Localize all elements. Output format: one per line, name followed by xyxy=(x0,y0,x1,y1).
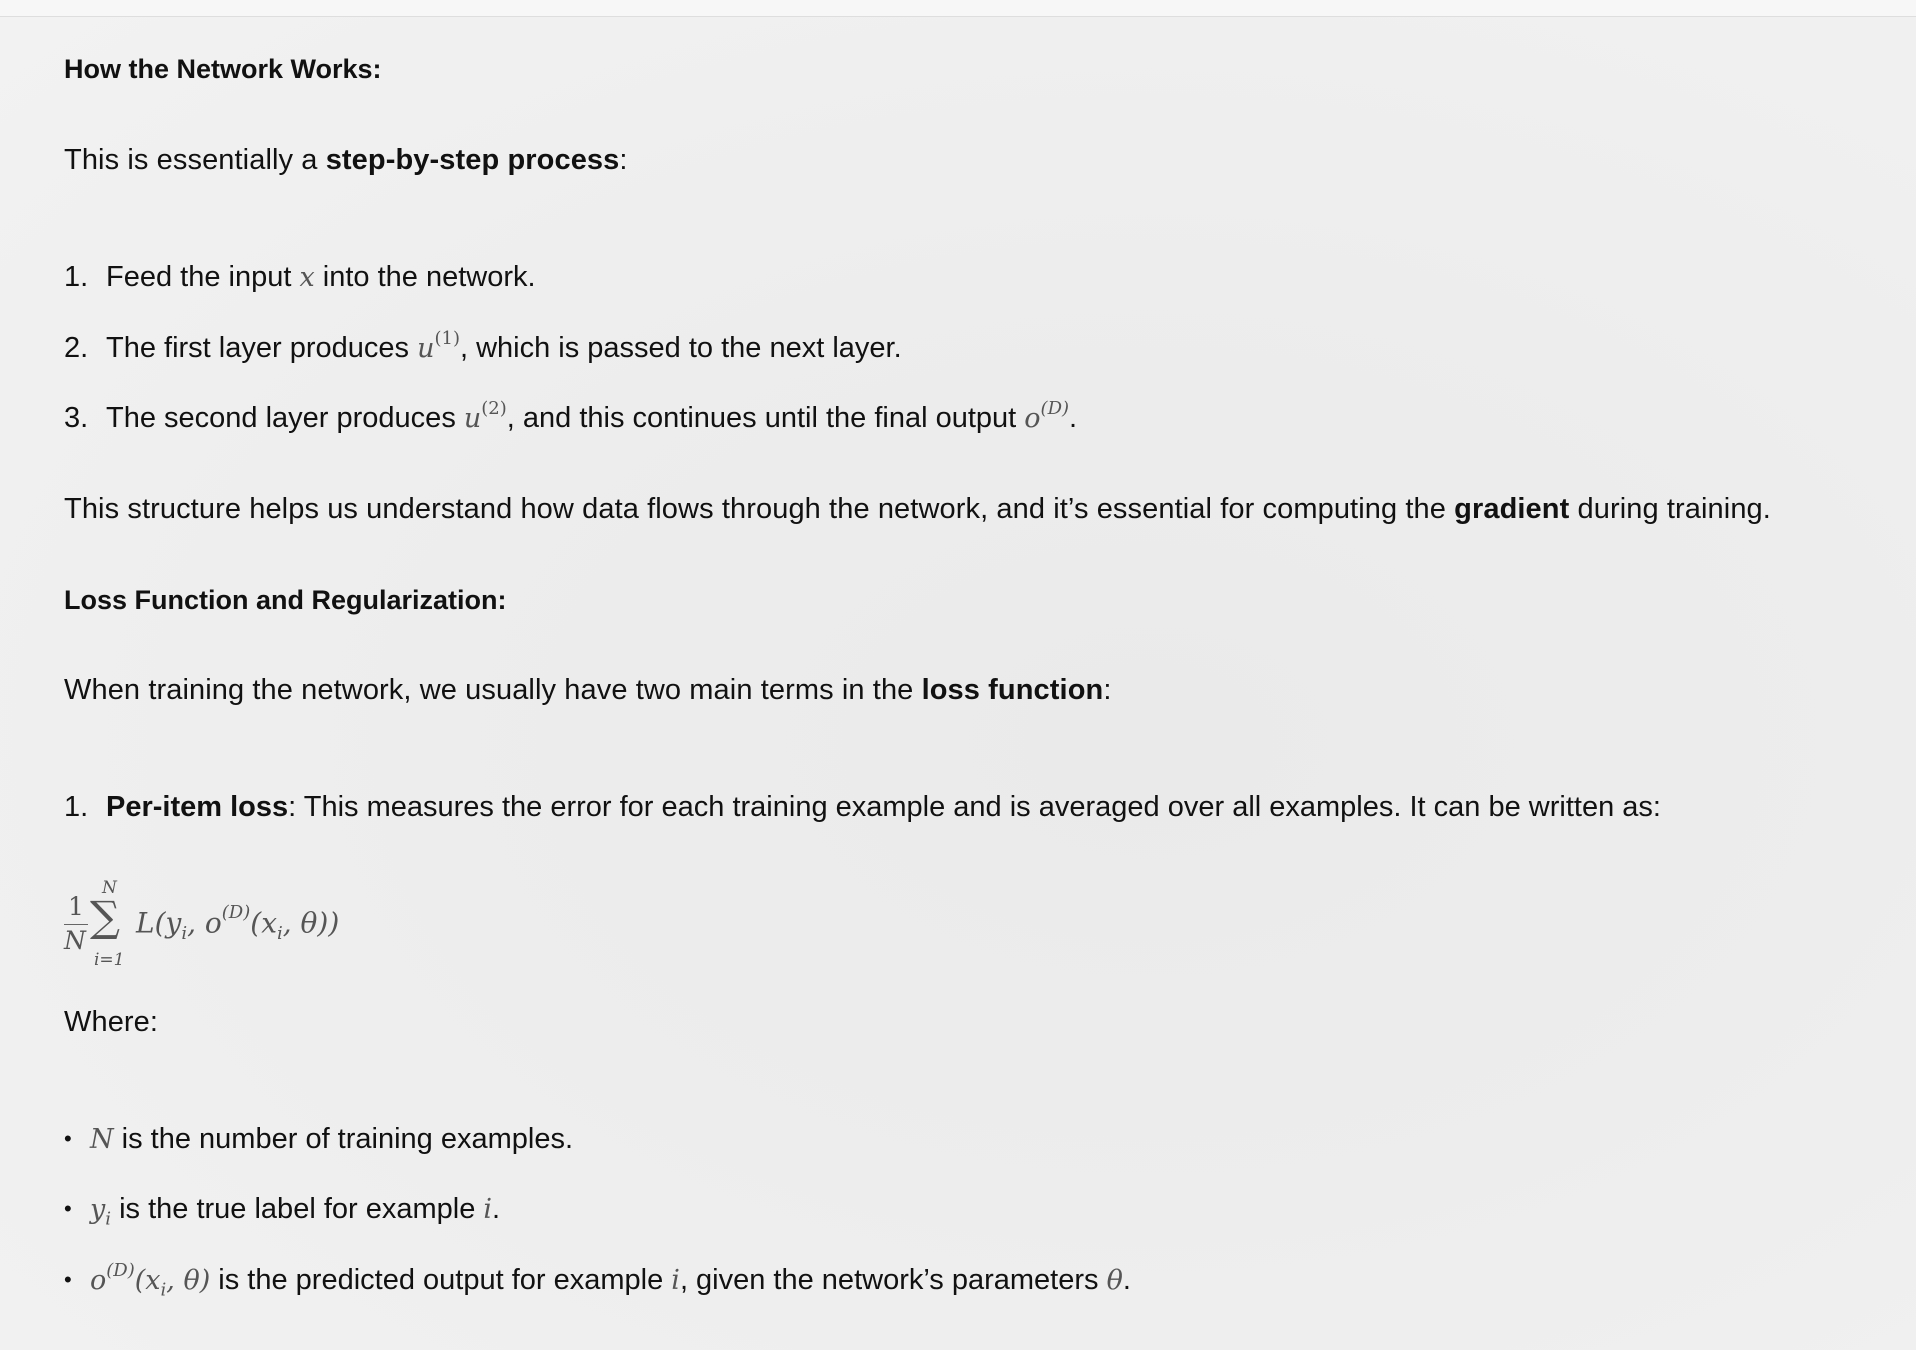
list-item: 2. The first layer produces u(1), which i… xyxy=(64,328,902,365)
list-number: 1. xyxy=(64,261,89,293)
list-text: The second layer produces xyxy=(106,402,464,434)
summary-paragraph: This structure helps us understand how d… xyxy=(64,493,1771,526)
fraction-numerator: 1 xyxy=(68,892,84,921)
list-number: 2. xyxy=(64,332,89,364)
bullet-glyph: • xyxy=(64,1267,72,1292)
loss-intro-bold-text: loss function xyxy=(921,674,1104,706)
section-heading-network: How the Network Works: xyxy=(64,54,382,84)
summary-bold-text: gradient xyxy=(1454,493,1570,525)
list-number: 3. xyxy=(64,402,89,434)
math-variable: o(D)(xi, θ) xyxy=(90,1260,211,1301)
section-heading-loss: Loss Function and Regularization: xyxy=(64,585,507,615)
list-text: , and this continues until the final out… xyxy=(506,402,1025,434)
list-text: into the network. xyxy=(314,261,536,293)
list-text: Feed the input xyxy=(106,261,300,293)
list-item: 3. The second layer produces u(2), and th… xyxy=(64,398,1078,435)
formula-body: L(yi, o(D)(xi, θ)) xyxy=(136,902,340,944)
math-variable: o(D) xyxy=(1024,398,1070,434)
bullet-glyph: • xyxy=(64,1196,72,1221)
bullet-item: • yi is the true label for example i. xyxy=(64,1193,500,1229)
intro-text: This is essentially a xyxy=(64,144,326,176)
bullet-item: • o(D)(xi, θ) is the predicted output for… xyxy=(64,1260,1131,1301)
bullet-text: is the predicted output for example xyxy=(210,1264,672,1296)
math-variable: u(1) xyxy=(417,328,460,364)
bullet-text: , given the network’s parameters xyxy=(679,1264,1107,1296)
summary-suffix: during training. xyxy=(1569,493,1771,525)
math-variable: yi xyxy=(90,1194,112,1230)
math-variable: u(2) xyxy=(463,398,507,434)
sum-lower-limit: i=1 xyxy=(94,950,125,970)
bullet-text: is the true label for example xyxy=(111,1193,484,1225)
intro-bold-text: step-by-step process xyxy=(325,144,620,176)
list-text: . xyxy=(1069,402,1078,434)
list-number: 1. xyxy=(64,791,89,823)
summary-text: This structure helps us understand how d… xyxy=(64,493,1455,525)
list-text: The first layer produces xyxy=(106,332,418,364)
list-text: : This measures the error for each train… xyxy=(288,791,1661,823)
bullet-item: • N is the number of training examples. xyxy=(64,1123,573,1156)
list-item: 1. Per-item loss: This measures the error… xyxy=(64,791,1661,824)
fraction-bar xyxy=(64,924,88,925)
loss-intro-text: When training the network, we usually ha… xyxy=(64,674,922,706)
math-variable: x xyxy=(299,262,315,293)
bullet-text: . xyxy=(1122,1264,1131,1296)
bullet-text: . xyxy=(492,1193,501,1225)
intro-suffix: : xyxy=(619,144,628,176)
math-variable: θ xyxy=(1106,1265,1123,1296)
bullet-text: is the number of training examples. xyxy=(113,1123,574,1155)
list-bold-text: Per-item loss xyxy=(106,791,289,823)
top-bar xyxy=(0,0,1916,17)
where-label: Where: xyxy=(64,1006,159,1038)
loss-formula: N 1 N ∑ i=1 L(yi, o(D)(xi, θ)) xyxy=(64,878,484,970)
loss-intro-suffix: : xyxy=(1103,674,1112,706)
intro-paragraph: This is essentially a step-by-step proce… xyxy=(64,144,628,177)
list-item: 1. Feed the input x into the network. xyxy=(64,261,536,294)
summation-symbol: ∑ xyxy=(90,892,120,941)
math-variable: i xyxy=(671,1265,680,1296)
loss-intro-paragraph: When training the network, we usually ha… xyxy=(64,674,1112,707)
math-variable: i xyxy=(483,1194,493,1225)
fraction-denominator: N xyxy=(64,926,86,955)
list-text: , which is passed to the next layer. xyxy=(459,332,902,364)
math-variable: N xyxy=(90,1124,114,1155)
bullet-glyph: • xyxy=(64,1126,72,1151)
